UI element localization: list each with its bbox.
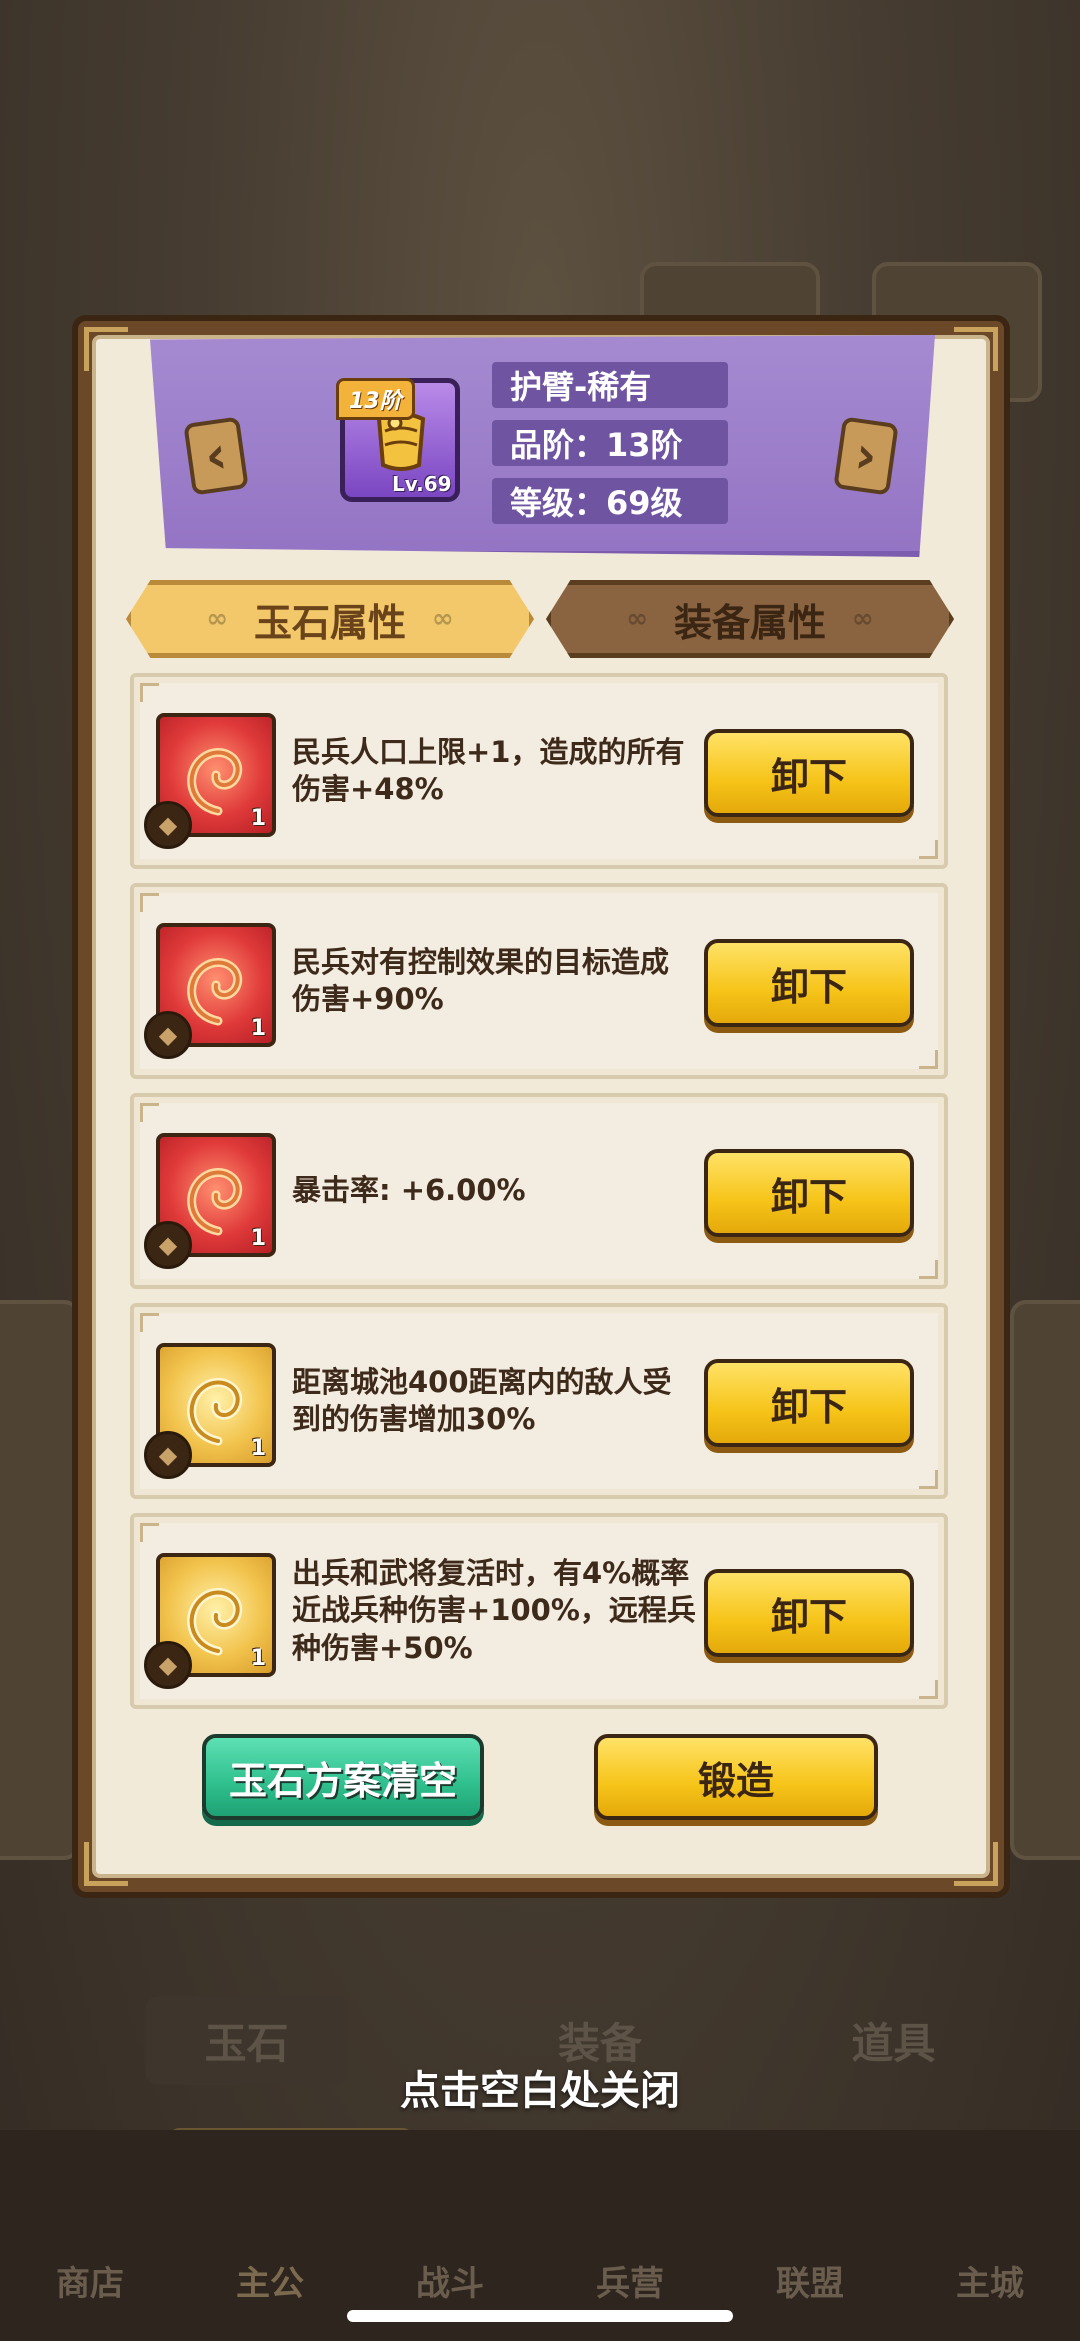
jade-slot: 1 ◆ 暴击率: +6.00% 卸下	[130, 1093, 948, 1289]
spiral-gem-art	[187, 958, 243, 1026]
lock-badge-icon: ◆	[144, 1431, 192, 1479]
jade-effect-text: 民兵对有控制效果的目标造成伤害+90%	[292, 944, 670, 1016]
gem-count: 1	[250, 1226, 266, 1251]
spiral-gem-art	[187, 1588, 243, 1656]
nav-item-shop: 商店	[56, 2264, 124, 2304]
unload-button[interactable]: 卸下	[704, 1359, 914, 1447]
jade-slot: 1 ◆ 距离城池400距离内的敌人受到的伤害增加30% 卸下	[130, 1303, 948, 1499]
jade-slot-list: 1 ◆ 民兵人口上限+1，造成的所有伤害+48% 卸下 1 ◆ 民兵对有控制效果…	[130, 673, 948, 1723]
jade-effect-text: 距离城池400距离内的敌人受到的伤害增加30%	[292, 1364, 672, 1436]
frame-corner	[954, 327, 998, 371]
jade-effect-text: 民兵人口上限+1，造成的所有伤害+48%	[292, 734, 685, 806]
tab-ornament: ∞	[626, 604, 648, 634]
nav-item-barracks: 兵营	[596, 2264, 664, 2304]
item-quality: 品阶：13阶	[492, 420, 728, 466]
spiral-gem-art	[187, 748, 243, 816]
spiral-gem-art	[187, 1378, 243, 1446]
jade-slot: 1 ◆ 出兵和武将复活时，有4%概率近战兵种伤害+100%，远程兵种伤害+50%…	[130, 1513, 948, 1709]
chevron-left-icon[interactable]: ‹	[183, 416, 249, 496]
tab-equipment-attributes[interactable]: ∞ 装备属性 ∞	[546, 580, 954, 658]
frame-corner	[84, 327, 128, 371]
tab-label: 玉石属性	[253, 600, 406, 645]
item-level: Lv.69	[392, 472, 452, 496]
nav-item-city: 主城	[956, 2264, 1024, 2304]
tab-jade-attributes[interactable]: ∞ 玉石属性 ∞	[126, 580, 534, 658]
nav-item-battle: 战斗	[416, 2264, 484, 2304]
nav-item-alliance: 联盟	[776, 2264, 844, 2304]
gem-count: 1	[250, 1016, 266, 1041]
frame-corner	[84, 1842, 128, 1886]
chevron-right-icon[interactable]: ›	[833, 416, 899, 496]
spiral-gem-art	[187, 1168, 243, 1236]
lock-badge-icon: ◆	[144, 1641, 192, 1689]
forge-button[interactable]: 锻造	[594, 1734, 878, 1820]
tier-tag: 13阶	[336, 378, 415, 420]
jade-slot: 1 ◆ 民兵人口上限+1，造成的所有伤害+48% 卸下	[130, 673, 948, 869]
jade-slot: 1 ◆ 民兵对有控制效果的目标造成伤害+90% 卸下	[130, 883, 948, 1079]
background-card	[1010, 1300, 1080, 1860]
unload-button[interactable]: 卸下	[704, 1569, 914, 1657]
tab-ornament: ∞	[852, 604, 874, 634]
jade-effect-text: 暴击率: +6.00%	[292, 1173, 526, 1208]
gem-count: 1	[250, 806, 266, 831]
lock-badge-icon: ◆	[144, 1011, 192, 1059]
lock-badge-icon: ◆	[144, 1221, 192, 1269]
close-hint[interactable]: 点击空白处关闭	[0, 2058, 1080, 2116]
gem-count: 1	[250, 1646, 266, 1671]
lock-badge-icon: ◆	[144, 801, 192, 849]
tab-label: 装备属性	[673, 600, 826, 645]
clear-jade-plan-button[interactable]: 玉石方案清空	[202, 1734, 484, 1820]
unload-button[interactable]: 卸下	[704, 1149, 914, 1237]
home-indicator	[347, 2310, 733, 2322]
nav-item-lord: 主公	[236, 2264, 304, 2304]
item-name: 护臂-稀有	[492, 362, 728, 408]
unload-button[interactable]: 卸下	[704, 729, 914, 817]
tab-ornament: ∞	[206, 604, 228, 634]
gem-count: 1	[250, 1436, 266, 1461]
unload-button[interactable]: 卸下	[704, 939, 914, 1027]
tab-ornament: ∞	[432, 604, 454, 634]
background-card	[0, 1300, 80, 1860]
frame-corner	[954, 1842, 998, 1886]
jade-effect-text: 出兵和武将复活时，有4%概率近战兵种伤害+100%，远程兵种伤害+50%	[292, 1556, 696, 1665]
item-level-text: 等级：69级	[492, 478, 728, 524]
